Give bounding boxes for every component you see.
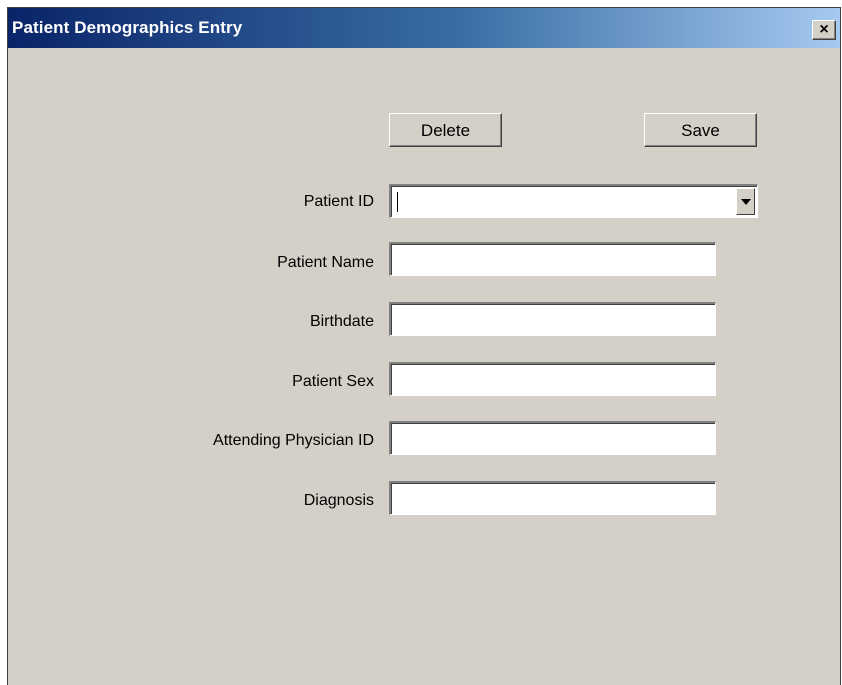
birthdate-input[interactable] — [389, 302, 716, 336]
delete-button[interactable]: Delete — [389, 113, 502, 147]
attending-physician-id-label: Attending Physician ID — [213, 432, 374, 449]
close-icon: × — [819, 21, 829, 38]
diagnosis-label: Diagnosis — [303, 492, 374, 509]
patient-name-label: Patient Name — [277, 254, 374, 271]
patient-sex-label: Patient Sex — [292, 373, 374, 390]
patient-id-combobox[interactable] — [389, 184, 758, 218]
patient-id-label: Patient ID — [303, 193, 374, 210]
birthdate-label: Birthdate — [309, 313, 374, 330]
patient-name-input[interactable] — [389, 242, 716, 276]
diagnosis-input[interactable] — [389, 481, 716, 515]
patient-id-dropdown-button[interactable] — [736, 188, 755, 215]
close-button[interactable]: × — [812, 20, 836, 40]
text-caret — [397, 192, 398, 212]
chevron-down-icon — [741, 199, 751, 205]
attending-physician-id-input[interactable] — [389, 421, 716, 455]
save-button[interactable]: Save — [644, 113, 757, 147]
title-bar[interactable]: Patient Demographics Entry × — [8, 8, 840, 48]
window-title: Patient Demographics Entry — [12, 18, 243, 37]
patient-demographics-window: Patient Demographics Entry × Delete Save… — [7, 7, 841, 685]
patient-sex-input[interactable] — [389, 362, 716, 396]
